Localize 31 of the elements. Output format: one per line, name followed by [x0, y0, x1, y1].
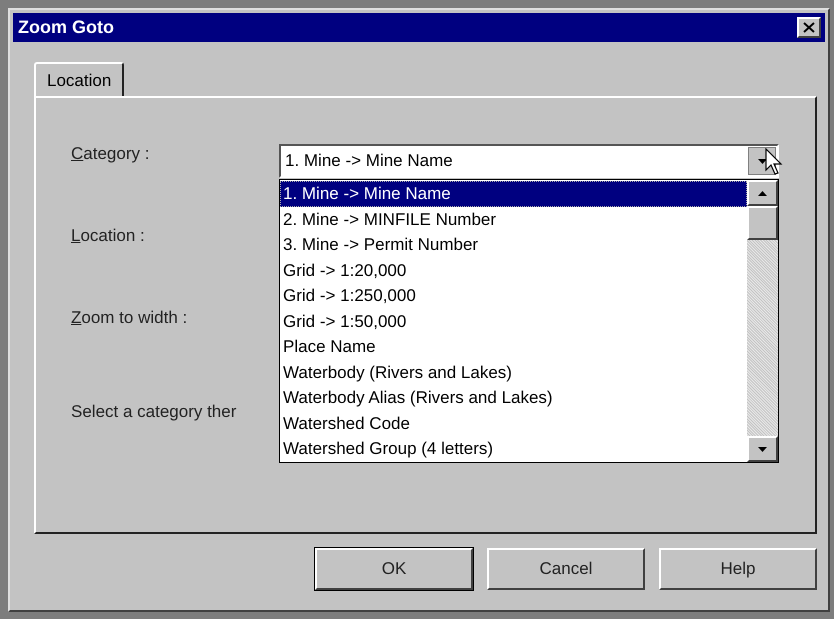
- field-label: Category :: [71, 144, 150, 164]
- scroll-down-button[interactable]: [747, 436, 778, 462]
- field-label: Zoom to width :: [71, 308, 188, 328]
- field-label: Location :: [71, 226, 145, 246]
- list-option[interactable]: Waterbody Alias (Rivers and Lakes): [280, 385, 747, 410]
- down-arrow-icon: [758, 446, 767, 452]
- scrollbar[interactable]: [747, 180, 778, 462]
- close-icon: [803, 22, 815, 33]
- tab[interactable]: Location: [34, 62, 124, 98]
- list-option[interactable]: Grid -> 1:250,000: [280, 283, 747, 308]
- scroll-up-button[interactable]: [747, 180, 778, 206]
- list-option[interactable]: Watershed Group (4 letters): [280, 436, 747, 462]
- dialog-button[interactable]: OK: [315, 548, 473, 590]
- caret-icon: [758, 158, 766, 164]
- list-option[interactable]: 1. Mine -> Mine Name: [280, 181, 747, 206]
- scroll-thumb[interactable]: [747, 206, 778, 240]
- list-option[interactable]: Place Name: [280, 334, 747, 360]
- dialog-button[interactable]: Help: [659, 548, 817, 590]
- list-option[interactable]: Grid -> 1:20,000: [280, 258, 747, 283]
- window-title: Zoom Goto: [18, 17, 114, 38]
- list-option[interactable]: 3. Mine -> Permit Number: [280, 232, 747, 258]
- hint-text: Select a category ther: [71, 402, 236, 422]
- dropdown-value: 1. Mine -> Mine Name: [284, 151, 454, 171]
- list-option[interactable]: 2. Mine -> MINFILE Number: [280, 206, 747, 232]
- list-option[interactable]: Watershed Code: [280, 410, 747, 436]
- close-button[interactable]: [797, 17, 821, 38]
- dialog-button[interactable]: Cancel: [487, 548, 645, 590]
- list-option[interactable]: Grid -> 1:50,000: [280, 308, 747, 334]
- up-arrow-icon: [758, 190, 767, 196]
- mouse-pointer-icon: [765, 148, 785, 176]
- list-option[interactable]: Waterbody (Rivers and Lakes): [280, 360, 747, 385]
